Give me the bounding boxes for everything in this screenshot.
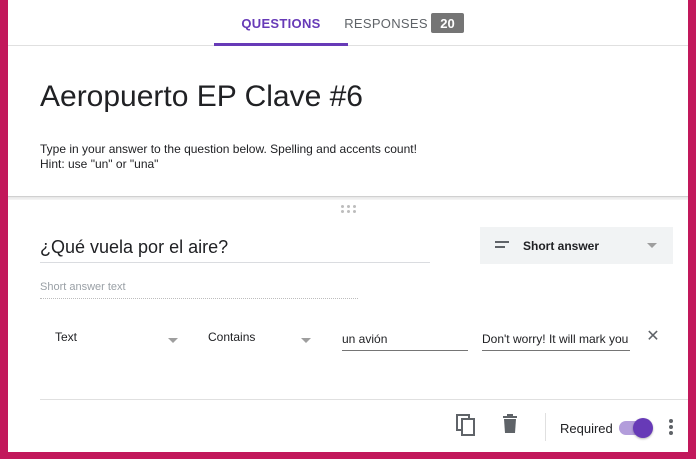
tab-responses-label: RESPONSES — [344, 15, 428, 31]
form-description[interactable]: Type in your answer to the question belo… — [40, 142, 600, 172]
close-icon[interactable]: ✕ — [646, 329, 660, 345]
question-card: ¿Qué vuela por el aire? Short answer Sho… — [8, 200, 688, 452]
toggle-thumb — [633, 418, 653, 438]
more-vert-icon[interactable] — [668, 419, 674, 437]
form-title[interactable]: Aeropuerto EP Clave #6 — [40, 80, 363, 114]
validation-type-value: Text — [55, 330, 78, 344]
validation-condition-select[interactable]: Contains — [208, 330, 318, 350]
form-title-card: Aeropuerto EP Clave #6 Type in your answ… — [8, 46, 688, 196]
question-type-label: Short answer — [523, 238, 600, 253]
form-editor: QUESTIONS RESPONSES 20 Aeropuerto EP Cla… — [8, 0, 688, 452]
short-answer-placeholder: Short answer text — [40, 281, 358, 299]
chevron-down-icon — [168, 338, 178, 343]
footer-vertical-divider — [545, 413, 546, 441]
required-label: Required — [560, 421, 613, 436]
tab-responses[interactable]: RESPONSES — [342, 0, 430, 46]
trash-icon[interactable] — [500, 414, 520, 436]
question-type-dropdown[interactable]: Short answer — [480, 227, 673, 264]
validation-condition-value: Contains — [208, 330, 256, 344]
validation-type-select[interactable]: Text — [55, 330, 185, 350]
required-toggle[interactable] — [617, 418, 653, 438]
chevron-down-icon — [301, 338, 311, 343]
footer-divider — [40, 399, 688, 400]
tab-bar: QUESTIONS RESPONSES 20 — [8, 0, 688, 46]
short-text-icon — [495, 241, 509, 249]
tab-questions-label: QUESTIONS — [241, 15, 321, 31]
responses-count-badge: 20 — [431, 13, 464, 33]
validation-value-input[interactable]: un avión — [342, 332, 468, 351]
tab-questions[interactable]: QUESTIONS — [214, 0, 348, 46]
validation-error-text-input[interactable]: Don't worry! It will mark you wrong — [482, 332, 630, 351]
copy-icon[interactable] — [456, 414, 476, 436]
question-title-input[interactable]: ¿Qué vuela por el aire? — [40, 237, 430, 263]
chevron-down-icon — [647, 243, 657, 248]
drag-handle-icon[interactable] — [341, 205, 357, 213]
